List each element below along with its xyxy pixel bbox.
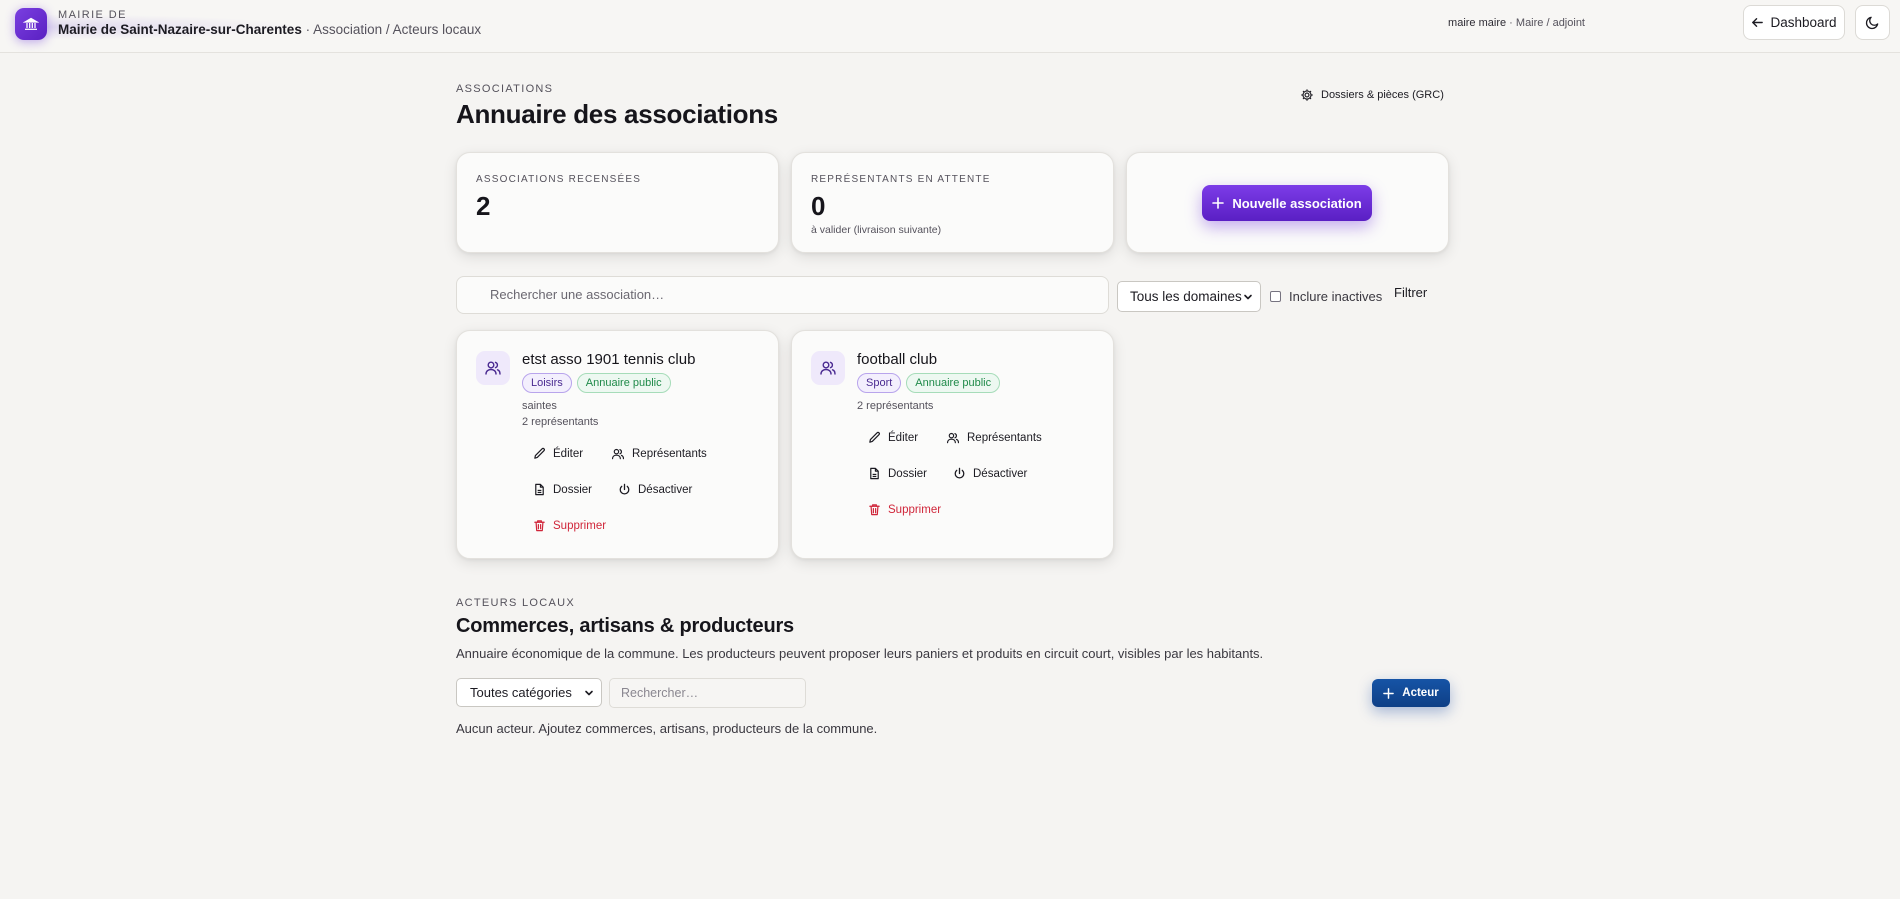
plus-icon	[1212, 197, 1225, 209]
gear-icon	[1300, 88, 1314, 102]
stat-card-pending: REPRÉSENTANTS EN ATTENTE 0 à valider (li…	[791, 152, 1114, 253]
plus-icon	[1383, 687, 1395, 699]
associations-kicker: ASSOCIATIONS	[456, 83, 554, 95]
association-city: saintes	[522, 400, 557, 412]
top-bar: MAIRIE DE Mairie de Saint-Nazaire-sur-Ch…	[0, 0, 1900, 53]
association-reps-count: 2 représentants	[857, 400, 934, 412]
actors-empty-state: Aucun acteur. Ajoutez commerces, artisan…	[456, 721, 878, 736]
power-icon	[953, 467, 966, 480]
user-info: maire maire · Maire / adjoint	[1448, 17, 1585, 29]
page-title: Annuaire des associations	[456, 99, 778, 129]
actor-search-input[interactable]: Rechercher…	[609, 678, 806, 708]
representatives-button[interactable]: Représentants	[946, 431, 1042, 445]
moon-icon	[1865, 15, 1880, 30]
include-inactive-checkbox[interactable]	[1270, 291, 1281, 302]
trash-icon	[533, 519, 546, 532]
chevron-down-icon	[1243, 292, 1253, 302]
domain-select-value: Tous les domaines	[1130, 289, 1242, 304]
stat-label: ASSOCIATIONS RECENSÉES	[476, 174, 642, 185]
file-icon	[533, 483, 546, 496]
representatives-button[interactable]: Représentants	[611, 447, 707, 461]
power-icon	[618, 483, 631, 496]
stat-sub: à valider (livraison suivante)	[811, 224, 942, 236]
arrow-left-icon	[1751, 16, 1764, 29]
public-badge: Annuaire public	[576, 373, 671, 393]
edit-label: Éditer	[888, 431, 919, 444]
folder-label: Dossier	[553, 483, 592, 496]
brand-kicker: MAIRIE DE	[58, 9, 127, 21]
users-icon	[476, 351, 510, 385]
association-name[interactable]: etst asso 1901 tennis club	[522, 351, 695, 368]
dashboard-label: Dashboard	[1770, 15, 1837, 30]
pencil-icon	[533, 447, 546, 460]
delete-button[interactable]: Supprimer	[533, 519, 606, 532]
domain-badge: Loisirs	[522, 373, 572, 393]
breadcrumb: · Association / Acteurs locaux	[301, 22, 482, 37]
folder-button[interactable]: Dossier	[533, 483, 592, 496]
town-hall-icon[interactable]	[15, 8, 47, 40]
stat-value: 2	[476, 191, 491, 221]
domain-badge: Sport	[857, 373, 902, 393]
new-association-label: Nouvelle association	[1232, 195, 1362, 211]
category-select[interactable]: Toutes catégories	[456, 678, 602, 707]
stat-value: 0	[811, 191, 826, 221]
association-card: etst asso 1901 tennis club Loisirs Annua…	[456, 330, 779, 559]
trash-icon	[868, 503, 881, 516]
association-name[interactable]: football club	[857, 351, 937, 368]
association-card: football club Sport Annuaire public 2 re…	[791, 330, 1114, 559]
association-search-input[interactable]: Rechercher une association…	[456, 276, 1109, 314]
stat-label: REPRÉSENTANTS EN ATTENTE	[811, 174, 991, 185]
filter-button[interactable]: Filtrer	[1394, 285, 1427, 300]
grc-link-label: Dossiers & pièces (GRC)	[1321, 89, 1444, 101]
public-badge: Annuaire public	[906, 373, 1001, 393]
users-icon	[946, 431, 960, 445]
pencil-icon	[868, 431, 881, 444]
deactivate-label: Désactiver	[638, 483, 693, 496]
user-role: · Maire / adjoint	[1506, 17, 1585, 29]
category-select-value: Toutes catégories	[470, 685, 572, 700]
representatives-label: Représentants	[632, 448, 707, 460]
association-badges: Loisirs Annuaire public	[522, 373, 671, 393]
folder-label: Dossier	[888, 467, 927, 480]
deactivate-button[interactable]: Désactiver	[618, 483, 692, 496]
include-inactive-label: Inclure inactives	[1289, 289, 1383, 304]
file-icon	[868, 467, 881, 480]
domain-select[interactable]: Tous les domaines	[1117, 281, 1261, 312]
deactivate-button[interactable]: Désactiver	[953, 467, 1027, 480]
new-association-card: Nouvelle association	[1126, 152, 1449, 253]
actors-kicker: ACTEURS LOCAUX	[456, 597, 576, 609]
grc-link[interactable]: Dossiers & pièces (GRC)	[1300, 88, 1444, 102]
chevron-down-icon	[584, 688, 594, 698]
new-association-button[interactable]: Nouvelle association	[1202, 185, 1372, 221]
dashboard-button[interactable]: Dashboard	[1743, 5, 1845, 40]
town-name[interactable]: Mairie de Saint-Nazaire-sur-Charentes	[58, 22, 302, 37]
edit-button[interactable]: Éditer	[868, 431, 918, 444]
include-inactive-toggle[interactable]: Inclure inactives	[1270, 289, 1382, 304]
association-badges: Sport Annuaire public	[857, 373, 1001, 393]
delete-label: Supprimer	[888, 503, 942, 516]
users-icon	[811, 351, 845, 385]
delete-label: Supprimer	[553, 519, 607, 532]
user-name: maire maire	[1448, 17, 1507, 29]
delete-button[interactable]: Supprimer	[868, 503, 941, 516]
actors-description: Annuaire économique de la commune. Les p…	[456, 646, 1264, 661]
users-icon	[611, 447, 625, 461]
actors-title: Commerces, artisans & producteurs	[456, 615, 794, 637]
folder-button[interactable]: Dossier	[868, 467, 927, 480]
theme-toggle-button[interactable]	[1855, 5, 1890, 40]
deactivate-label: Désactiver	[973, 467, 1028, 480]
representatives-label: Représentants	[967, 432, 1042, 444]
brand-title: Mairie de Saint-Nazaire-sur-Charentes · …	[58, 22, 481, 37]
add-actor-label: Acteur	[1402, 687, 1439, 699]
add-actor-button[interactable]: Acteur	[1372, 679, 1450, 707]
association-reps-count: 2 représentants	[522, 416, 599, 428]
stat-card-associations: ASSOCIATIONS RECENSÉES 2	[456, 152, 779, 253]
edit-label: Éditer	[553, 447, 584, 460]
edit-button[interactable]: Éditer	[533, 447, 583, 460]
